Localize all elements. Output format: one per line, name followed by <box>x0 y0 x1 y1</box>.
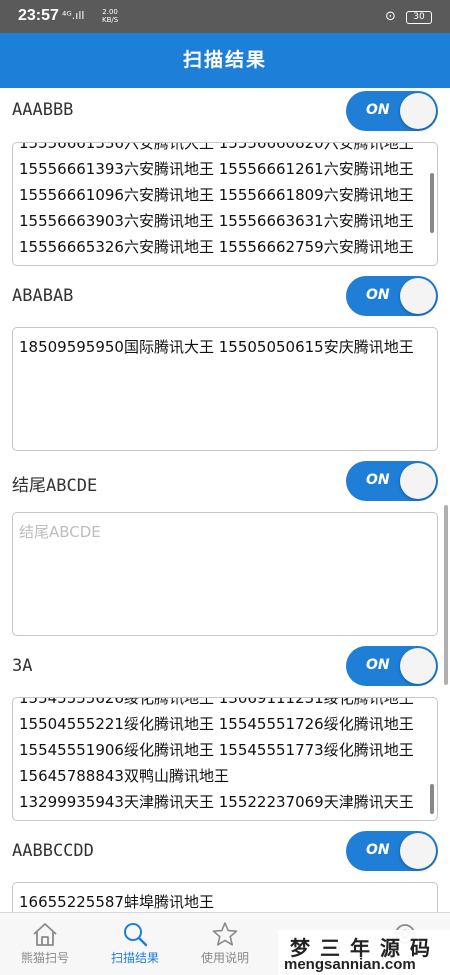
status-time: 23:57 <box>18 7 59 24</box>
result-line: 15545555626绥化腾讯地王 13069111231绥化腾讯地王 <box>19 697 414 707</box>
toggle-on-text: ON <box>366 102 390 118</box>
result-line: 15645788843双鸭山腾讯地王 <box>19 767 229 785</box>
textarea-scrollbar[interactable] <box>430 173 434 233</box>
textarea-placeholder: 结尾ABCDE <box>19 523 101 541</box>
watermark-url: mengsannian.com <box>284 956 416 973</box>
toggle-aaabbb[interactable]: ON <box>346 91 438 131</box>
rotation-lock-icon: ⊙ <box>385 9 396 24</box>
home-icon <box>33 923 57 946</box>
result-line: 15556661393六安腾讯地王 15556661261六安腾讯地王 <box>19 160 414 178</box>
result-line: 15556661336六安腾讯大王 15556660820六安腾讯地王 <box>19 142 414 152</box>
result-lines: 18509595950国际腾讯大王 15505050615安庆腾讯地王 <box>19 334 427 360</box>
battery-indicator: 30 <box>406 11 432 24</box>
result-line: 15556663903六安腾讯地王 15556663631六安腾讯地王 <box>19 212 414 230</box>
toggle-ababab[interactable]: ON <box>346 276 438 316</box>
tab-instructions[interactable]: 使用说明 <box>180 913 270 975</box>
network-speed-value: 2.00 <box>102 8 118 16</box>
page-scrollbar[interactable] <box>444 505 448 685</box>
network-speed-unit: KB/S <box>102 16 119 24</box>
result-textarea-aaabbb[interactable]: 15556661336六安腾讯大王 15556660820六安腾讯地王 1555… <box>12 142 438 266</box>
search-icon <box>124 923 148 947</box>
tab-label: 熊猫扫号 <box>20 951 69 965</box>
tab-label: 扫描结果 <box>110 951 159 965</box>
result-textarea-ababab[interactable]: 18509595950国际腾讯大王 15505050615安庆腾讯地王 <box>12 327 438 451</box>
toggle-on-text: ON <box>366 287 390 303</box>
section-label-3a: 3A <box>12 656 33 676</box>
result-line: 18509595950国际腾讯大王 15505050615安庆腾讯地王 <box>19 338 414 356</box>
signal-icon: ⁴ᴳ.ıll <box>62 9 85 22</box>
app-header: 扫描结果 <box>0 33 450 88</box>
toggle-knob <box>400 463 436 499</box>
tab-scan-results[interactable]: 扫描结果 <box>90 913 180 975</box>
toggle-on-text: ON <box>366 842 390 858</box>
watermark: 梦三年源码 mengsannian.com <box>278 930 450 975</box>
toggle-knob <box>400 93 436 129</box>
section-label-ababab: ABABAB <box>12 286 74 306</box>
page-title: 扫描结果 <box>182 49 267 71</box>
result-textarea-3a[interactable]: 15545555626绥化腾讯地王 13069111231绥化腾讯地王 1550… <box>12 697 438 821</box>
tab-label: 使用说明 <box>200 951 249 965</box>
result-line: 15556661096六安腾讯地王 15556661809六安腾讯地王 <box>19 186 414 204</box>
toggle-on-text: ON <box>366 472 390 488</box>
star-icon <box>212 922 238 946</box>
result-line: 15545551906绥化腾讯地王 15545551773绥化腾讯地王 <box>19 741 414 759</box>
tab-panda-scan[interactable]: 熊猫扫号 <box>0 913 90 975</box>
network-speed: 2.00 KB/S <box>102 8 118 24</box>
result-textarea-suffix-abcde[interactable]: 结尾ABCDE <box>12 512 438 636</box>
result-line: 15556665326六安腾讯地王 15556662759六安腾讯地王 <box>19 238 414 256</box>
result-lines: 15556661336六安腾讯大王 15556660820六安腾讯地王 1555… <box>19 142 427 260</box>
toggle-knob <box>400 648 436 684</box>
status-bar: 23:57 ⁴ᴳ.ıll 2.00 KB/S ⊙ 30 <box>0 0 450 33</box>
result-line: 13299935943天津腾讯天王 15522237069天津腾讯天王 <box>19 793 414 811</box>
section-label-aabbccdd: AABBCCDD <box>12 841 94 861</box>
section-label-aaabbb: AAABBB <box>12 100 74 120</box>
toggle-knob <box>400 278 436 314</box>
toggle-on-text: ON <box>366 657 390 673</box>
toggle-aabbccdd[interactable]: ON <box>346 831 438 871</box>
result-lines: 15545555626绥化腾讯地王 13069111231绥化腾讯地王 1550… <box>19 697 427 815</box>
toggle-suffix-abcde[interactable]: ON <box>346 461 438 501</box>
result-line: 15504555221绥化腾讯地王 15545551726绥化腾讯地王 <box>19 715 414 733</box>
toggle-3a[interactable]: ON <box>346 646 438 686</box>
section-label-suffix-abcde: 结尾ABCDE <box>12 476 98 496</box>
textarea-scrollbar[interactable] <box>430 784 434 814</box>
toggle-knob <box>400 833 436 869</box>
